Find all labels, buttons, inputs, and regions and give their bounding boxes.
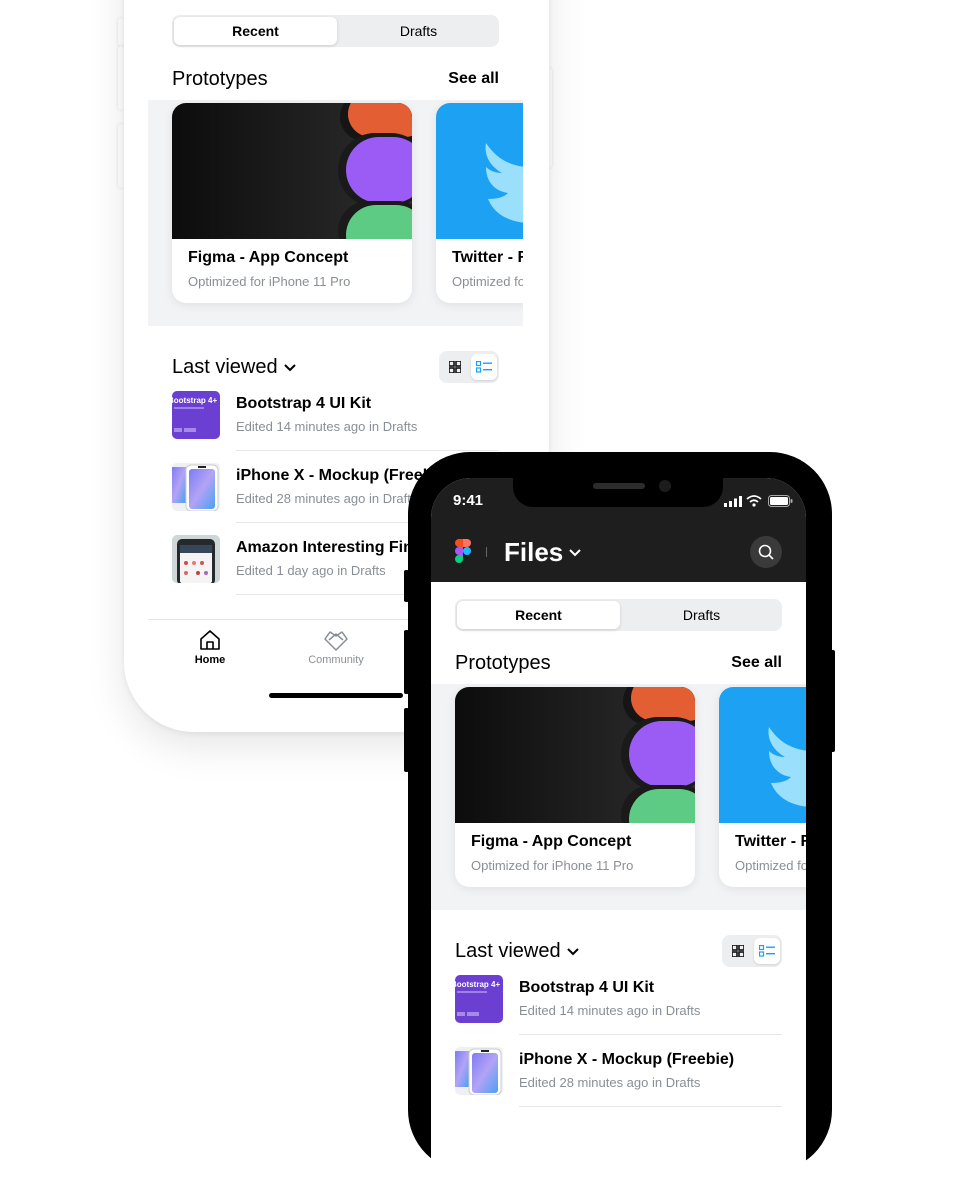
card-title: Twitter - Redesign [452,249,523,266]
battery-icon [768,495,793,507]
search-icon [758,544,774,560]
chevron-down-icon [569,548,581,556]
chevron-down-icon [566,947,579,955]
see-all-link[interactable]: See all [731,654,782,672]
iphone-mockup-thumbnail [172,463,220,511]
list-item[interactable]: Bootstrap 4+ Bootstrap 4 UI Kit Edited 1… [455,975,782,1047]
last-viewed-dropdown[interactable]: Last viewed [172,356,296,379]
status-time: 9:41 [453,492,484,509]
amazon-finds-thumbnail [172,535,220,583]
card-title: Figma - App Concept [471,833,632,850]
item-title: Bootstrap 4 UI Kit [519,979,655,996]
divider [236,450,499,451]
card-subtitle: Optimized for iPhone 11 Pro [188,274,351,289]
home-indicator [269,693,403,698]
tab-recent[interactable]: Recent [457,601,620,629]
front-phone-frame: 9:41 Files Recent Drafts Prototypes See … [408,452,832,1178]
prototypes-heading: Prototypes [172,68,268,90]
item-subtitle: Edited 14 minutes ago in Drafts [236,419,418,434]
page-title: Files [504,537,564,567]
list-view-icon[interactable] [471,354,497,380]
header-separator [486,547,487,557]
segmented-control: Recent Drafts [455,599,782,631]
figma-logo-icon[interactable] [455,539,471,563]
view-toggle [722,935,782,967]
see-all-link[interactable]: See all [448,70,499,88]
list-item[interactable]: Bootstrap 4+ Bootstrap 4 UI Kit Edited 1… [172,391,499,463]
wifi-icon [746,495,762,507]
search-button[interactable] [750,536,782,568]
bootstrap-kit-thumbnail: Bootstrap 4+ [455,975,503,1023]
view-toggle [439,351,499,383]
prototypes-heading: Prototypes [455,652,551,674]
grid-view-icon[interactable] [445,357,465,377]
figma-concept-thumbnail [455,687,695,823]
twitter-redesign-thumbnail [436,103,523,239]
last-viewed-label: Last viewed [455,940,561,962]
tab-home[interactable]: Home [172,628,248,666]
twitter-redesign-thumbnail [719,687,806,823]
tab-recent[interactable]: Recent [174,17,337,45]
tab-community[interactable]: Community [298,628,374,666]
bootstrap-kit-thumbnail: Bootstrap 4+ [172,391,220,439]
chevron-down-icon [283,363,296,371]
list-view-icon[interactable] [754,938,780,964]
item-subtitle: Edited 28 minutes ago in Drafts [236,491,418,506]
item-title: iPhone X - Mockup (Freebie) [519,1051,735,1068]
card-subtitle: Optimized for iPhone 11 Pro [471,858,634,873]
community-heart-icon [324,631,348,651]
divider [519,1106,782,1107]
speaker [593,483,645,489]
signal-icon [724,496,742,507]
notch [513,478,723,507]
last-viewed-dropdown[interactable]: Last viewed [455,940,579,963]
figma-concept-thumbnail [172,103,412,239]
divider [519,1034,782,1035]
prototype-card[interactable]: Twitter - Redesign Optimized for iPhone … [719,687,806,887]
grid-view-icon[interactable] [728,941,748,961]
home-icon [200,630,220,650]
tab-drafts[interactable]: Drafts [337,17,500,45]
prototype-card[interactable]: Figma - App Concept Optimized for iPhone… [172,103,412,303]
item-subtitle: Edited 14 minutes ago in Drafts [519,1003,701,1018]
card-title: Figma - App Concept [188,249,349,266]
card-subtitle: Optimized for iPhone 11 Pro [452,274,523,289]
list-item[interactable]: iPhone X - Mockup (Freebie) Edited 28 mi… [455,1047,782,1119]
iphone-mockup-thumbnail [455,1047,503,1095]
card-title: Twitter - Redesign [735,833,806,850]
camera [659,480,671,492]
tab-community-label: Community [308,654,364,666]
thumbnail-text: Bootstrap 4+ [455,980,501,989]
prototype-card[interactable]: Figma - App Concept Optimized for iPhone… [455,687,695,887]
item-title: Amazon Interesting Finds [236,539,432,556]
files-title-dropdown[interactable]: Files [504,537,581,568]
item-title: Bootstrap 4 UI Kit [236,395,372,412]
tab-home-label: Home [194,654,226,666]
thumbnail-text: Bootstrap 4+ [172,396,218,405]
tab-drafts[interactable]: Drafts [620,601,783,629]
item-subtitle: Edited 1 day ago in Drafts [236,563,386,578]
last-viewed-label: Last viewed [172,356,278,378]
item-subtitle: Edited 28 minutes ago in Drafts [519,1075,701,1090]
prototype-card[interactable]: Twitter - Redesign Optimized for iPhone … [436,103,523,303]
segmented-control: Recent Drafts [172,15,499,47]
front-phone-screen: 9:41 Files Recent Drafts Prototypes See … [431,478,806,1178]
card-subtitle: Optimized for iPhone 11 Pro [735,858,806,873]
